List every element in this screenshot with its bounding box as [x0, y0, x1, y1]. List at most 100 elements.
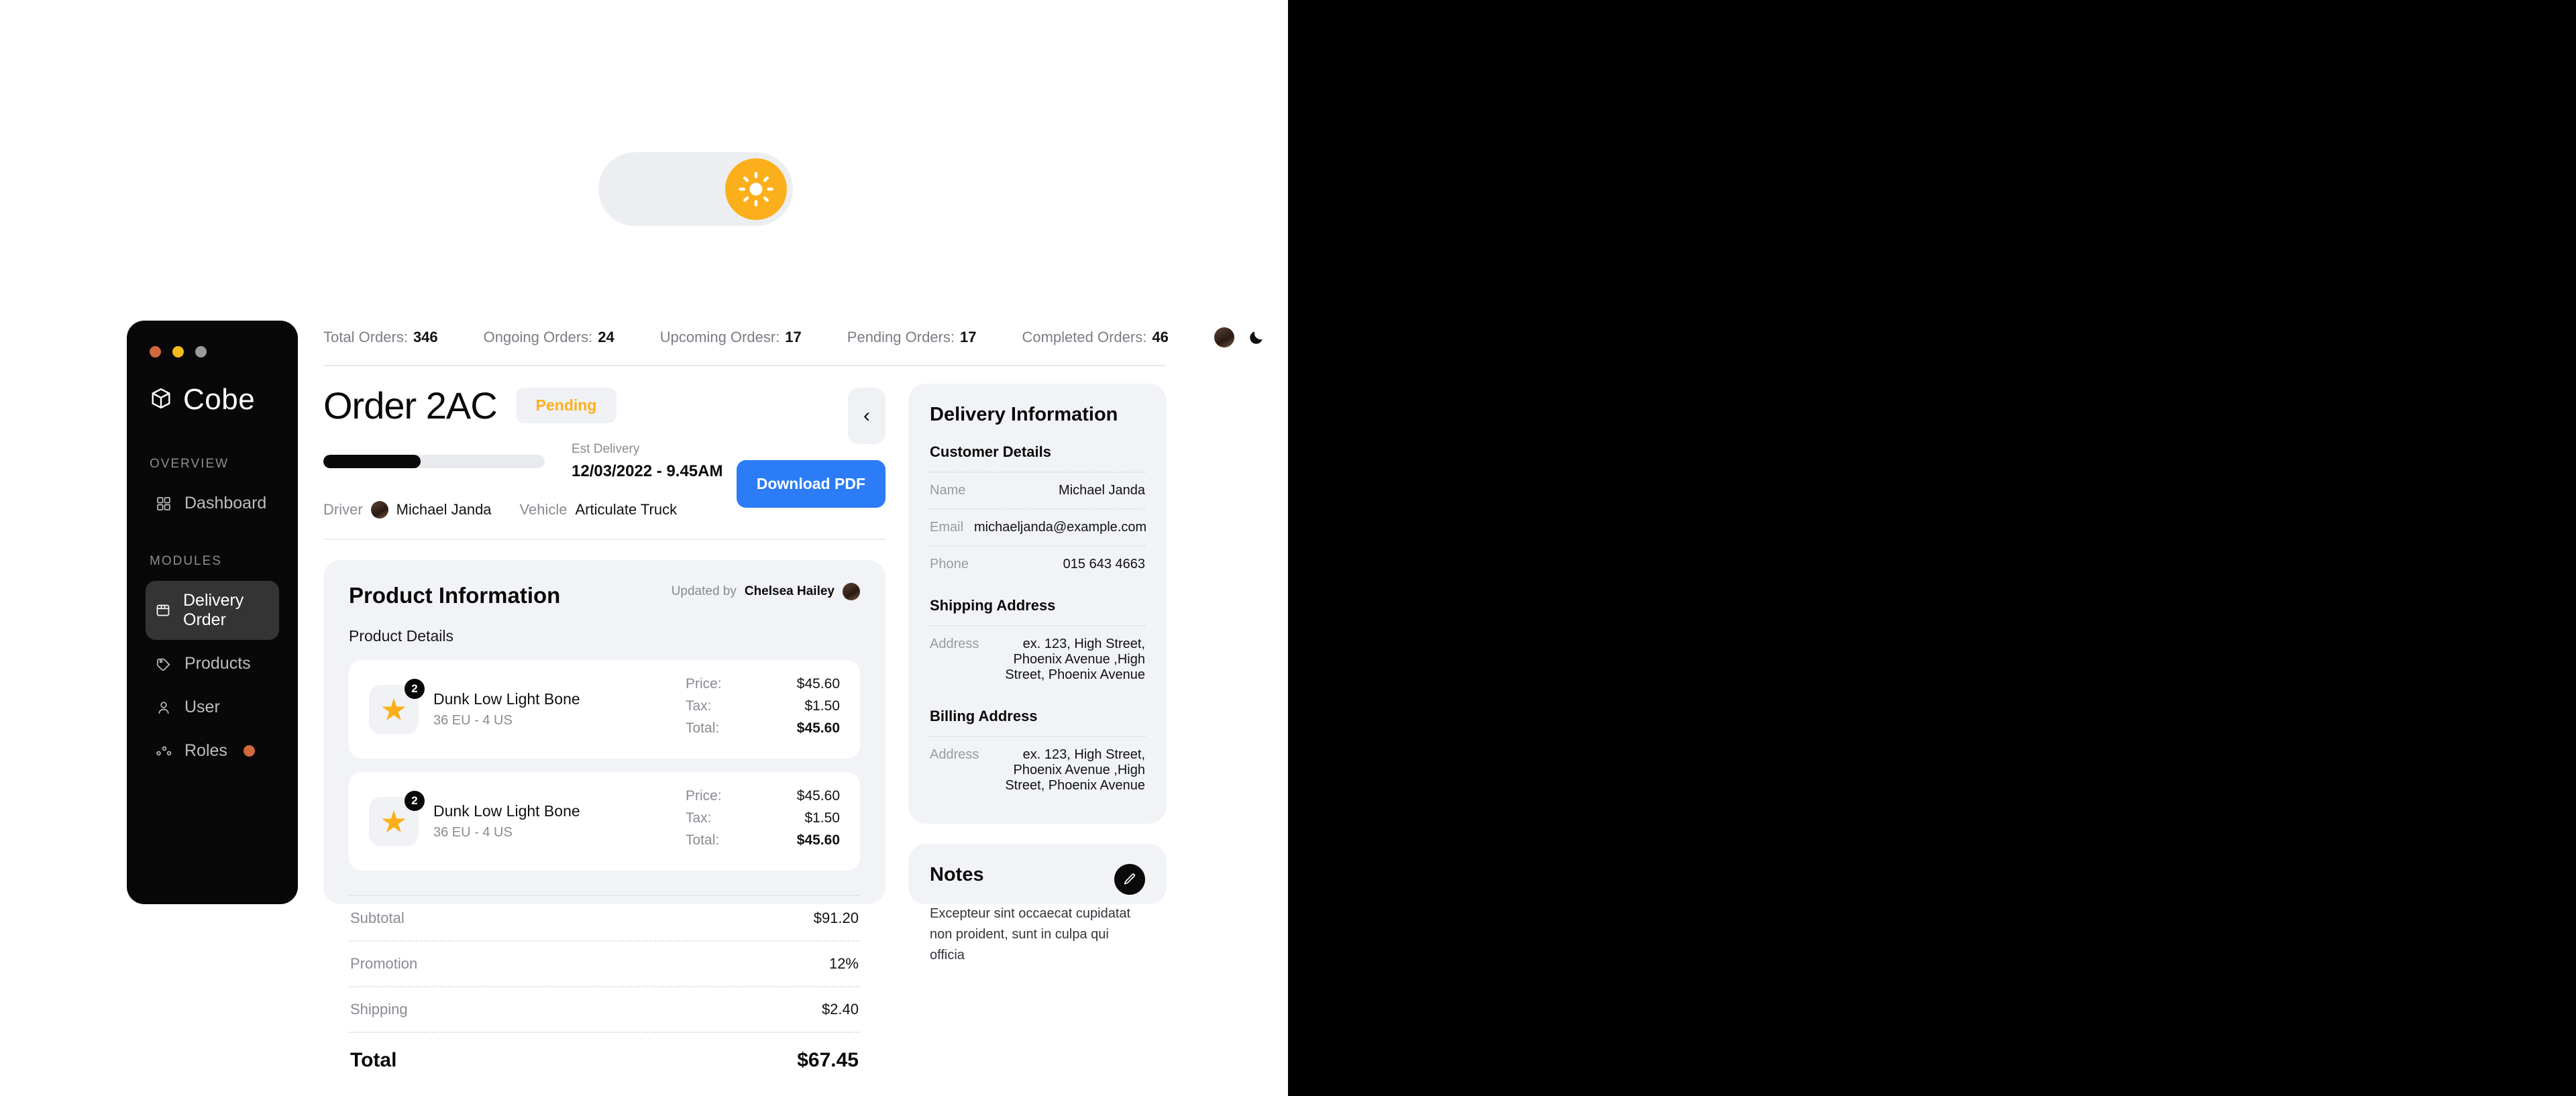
- product-information-card: Product Information Updated by Chelsea H…: [323, 560, 885, 1071]
- page-title: Order 2AC: [323, 384, 498, 427]
- sidebar-item-delivery-order[interactable]: Delivery Order: [146, 581, 279, 640]
- order-totals: Subtotal $91.20 Promotion 12% Shipping $2.4…: [349, 895, 860, 1092]
- sidebar-item-label: Dashboard: [184, 494, 267, 512]
- close-dot[interactable]: [150, 346, 161, 358]
- order-progress-bar: [323, 455, 545, 468]
- driver-label: Driver: [323, 501, 363, 518]
- light-theme-panel: Cobe OVERVIEW Dashboard MODULES Delivery…: [0, 0, 1288, 1096]
- chevron-left-icon[interactable]: ‹: [848, 388, 885, 444]
- section-label-modules: MODULES: [150, 554, 222, 568]
- tax-label: Tax:: [686, 810, 712, 826]
- quantity-badge: 2: [405, 678, 425, 699]
- total-row-promotion: Promotion 12%: [349, 940, 860, 986]
- sidebar-item-roles[interactable]: Roles: [146, 731, 279, 771]
- dual-theme-mockup: Cobe OVERVIEW Dashboard MODULES Delivery…: [0, 0, 2576, 1096]
- product-card-title: Product Information: [349, 583, 561, 608]
- total-row-shipping: Shipping $2.40: [349, 986, 860, 1032]
- box-icon: [155, 602, 171, 619]
- total-row-grand: Total $67.45: [349, 1032, 860, 1092]
- total-row-subtotal: Subtotal $91.20: [349, 895, 860, 940]
- brand: Cobe: [146, 383, 279, 417]
- product-info: Dunk Low Light Bone 36 EU - 4 US: [433, 690, 580, 728]
- product-pricing: Price: $45.60 Tax: $1.50 Total: $45.60: [686, 788, 840, 855]
- product-row[interactable]: ★ 2 Dunk Low Light Bone 36 EU - 4 US Pri…: [349, 660, 860, 759]
- product-name: Dunk Low Light Bone: [433, 802, 580, 820]
- vehicle-name: Articulate Truck: [575, 501, 678, 518]
- user-icon: [155, 699, 172, 716]
- notes-title: Notes: [930, 864, 984, 885]
- light-mode-toggle[interactable]: [598, 152, 793, 226]
- brand-name: Cobe: [183, 383, 256, 416]
- roles-notification-dot: [243, 745, 255, 757]
- field-phone: Phone 015 643 4663: [930, 545, 1145, 582]
- cube-icon: [149, 386, 173, 414]
- minimize-dot[interactable]: [172, 346, 184, 358]
- nodes-icon: [155, 743, 172, 760]
- delivery-information-card: Delivery Information Customer Details Na…: [908, 384, 1167, 824]
- total-label: Total:: [686, 832, 720, 848]
- notes-body: Excepteur sint occaecat cupidatat non pr…: [930, 906, 1131, 963]
- est-delivery-value: 12/03/2022 - 9.45AM: [572, 462, 723, 480]
- maximize-dot[interactable]: [195, 346, 207, 358]
- product-row[interactable]: ★ 2 Dunk Low Light Bone 36 EU - 4 US Pri…: [349, 772, 860, 871]
- field-billing-address: Address ex. 123, High Street, Phoenix Ave…: [930, 736, 1145, 804]
- price-label: Price:: [686, 788, 722, 804]
- status-badge: Pending: [515, 388, 617, 423]
- sidebar: Cobe OVERVIEW Dashboard MODULES Delivery…: [127, 321, 298, 904]
- grid-icon: [155, 495, 172, 512]
- tax-value: $1.50: [804, 698, 840, 714]
- tax-value: $1.50: [804, 810, 840, 826]
- field-name: Name Michael Janda: [930, 472, 1145, 508]
- avatar[interactable]: [1214, 327, 1234, 347]
- product-name: Dunk Low Light Bone: [433, 690, 580, 708]
- stats-bar: Total Orders: 346 Ongoing Orders: 24 Upcom…: [323, 321, 1263, 366]
- order-header: Order 2AC Pending Est Delivery 12/03/202…: [323, 384, 885, 518]
- product-size: 36 EU - 4 US: [433, 713, 513, 728]
- product-size: 36 EU - 4 US: [433, 825, 513, 840]
- sidebar-item-user[interactable]: User: [146, 688, 279, 727]
- stat-upcoming-orders: Upcoming Ordesr: 17: [659, 329, 802, 345]
- total-value: $45.60: [796, 720, 840, 736]
- field-email: Email michaeljanda@example.com: [930, 508, 1146, 545]
- est-delivery: Est Delivery 12/03/2022 - 9.45AM: [572, 442, 722, 481]
- product-thumbnail: ★ 2: [369, 678, 425, 734]
- total-label: Total:: [686, 720, 720, 736]
- window-controls: [146, 346, 279, 358]
- main-content: Total Orders: 346 Ongoing Orders: 24 Upcom…: [298, 321, 1263, 1071]
- notes-card: Notes Excepteur sint occaecat cupidatat …: [908, 844, 1167, 963]
- product-pricing: Price: $45.60 Tax: $1.50 Total: $45.60: [686, 676, 840, 743]
- right-column: Delivery Information Customer Details Na…: [908, 384, 1167, 963]
- vehicle-label: Vehicle: [519, 501, 568, 518]
- sidebar-item-label: Delivery Order: [183, 591, 244, 629]
- app-window-light: Cobe OVERVIEW Dashboard MODULES Delivery…: [127, 321, 1263, 1071]
- sidebar-item-label: Roles: [184, 741, 227, 760]
- tax-label: Tax:: [686, 698, 712, 714]
- avatar: [843, 583, 860, 600]
- content-columns: Order 2AC Pending Est Delivery 12/03/202…: [323, 366, 1167, 1071]
- left-column: Order 2AC Pending Est Delivery 12/03/202…: [323, 384, 885, 1071]
- dark-theme-panel: Cobe OVERVIEW Dashboard MODULES Delivery…: [1288, 0, 2576, 1096]
- order-meta: Driver Michael Janda Vehicle Articulate …: [323, 501, 737, 518]
- moon-icon[interactable]: [1248, 329, 1265, 346]
- stat-pending-orders: Pending Orders: 17: [847, 329, 977, 345]
- price-value: $45.60: [796, 676, 840, 692]
- pencil-icon[interactable]: [1114, 864, 1145, 895]
- total-value: $45.60: [796, 832, 840, 848]
- stat-completed-orders: Completed Orders: 46: [1022, 329, 1169, 345]
- sidebar-item-products[interactable]: Products: [146, 644, 279, 683]
- order-title-row: Order 2AC Pending: [323, 384, 737, 427]
- product-thumbnail: ★ 2: [369, 790, 425, 846]
- price-value: $45.60: [796, 788, 840, 804]
- sidebar-item-dashboard[interactable]: Dashboard: [146, 484, 279, 523]
- section-label-overview: OVERVIEW: [150, 457, 229, 471]
- price-label: Price:: [686, 676, 722, 692]
- header-actions: [1214, 327, 1268, 347]
- product-card-header: Product Information Updated by Chelsea H…: [349, 583, 860, 608]
- progress-row: Est Delivery 12/03/2022 - 9.45AM: [323, 442, 737, 481]
- updated-by: Updated by Chelsea Hailey: [672, 583, 860, 600]
- stat-ongoing-orders: Ongoing Orders: 24: [483, 329, 614, 345]
- product-info: Dunk Low Light Bone 36 EU - 4 US: [433, 802, 580, 840]
- sidebar-item-label: User: [184, 698, 220, 716]
- download-pdf-button[interactable]: Download PDF: [736, 460, 885, 508]
- divider: [323, 539, 885, 540]
